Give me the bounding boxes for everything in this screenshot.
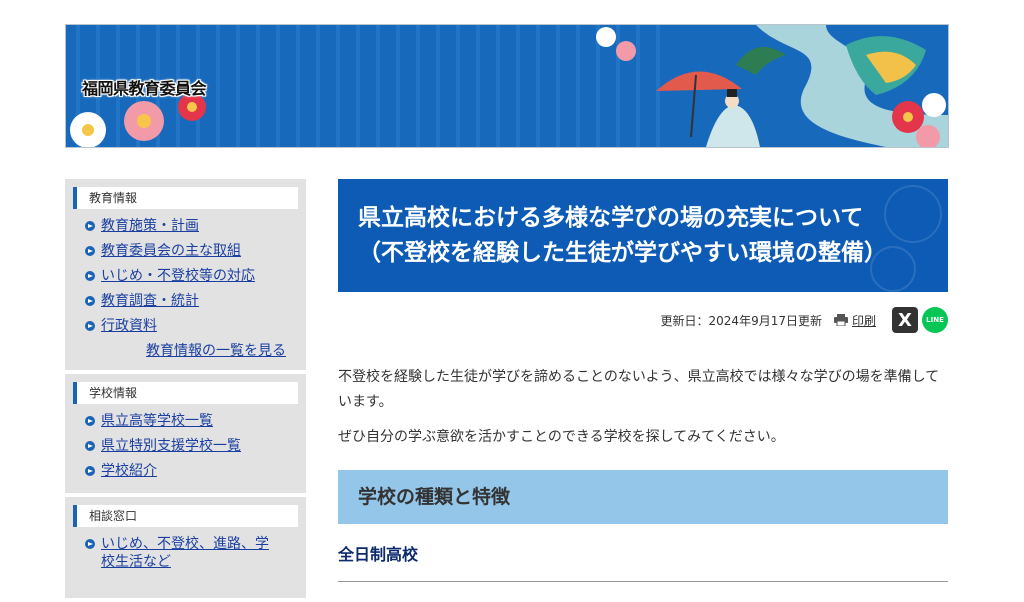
sidebar-link[interactable]: 行政資料 (101, 318, 157, 334)
sidebar-heading: 教育情報 (73, 187, 298, 209)
paragraph: ぜひ自分の学ぶ意欲を活かすことのできる学校を探してみてください。 (338, 429, 785, 445)
printer-icon (833, 314, 848, 326)
main-content: 県立高校における多様な学びの場の充実について （不登校を経験した生徒が学びやすい… (338, 179, 948, 582)
page-meta: 更新日：2024年9月17日更新 印刷 X LINE (661, 307, 948, 333)
print-label[interactable]: 印刷 (852, 312, 876, 329)
sidebar-link[interactable]: 学校紹介 (101, 463, 157, 479)
sidebar-section-consultation: 相談窓口 いじめ、不登校、進路、学校生活など (65, 497, 306, 598)
sidebar-section-schools: 学校情報 県立高等学校一覧 県立特別支援学校一覧 学校紹介 (65, 374, 306, 493)
sidebar-item[interactable]: 県立高等学校一覧 (85, 412, 298, 430)
print-link[interactable]: 印刷 (833, 312, 876, 329)
page-title-line2: （不登校を経験した生徒が学びやすい環境の整備） (358, 240, 887, 266)
line-share-icon[interactable]: LINE (922, 307, 948, 333)
site-title[interactable]: 福岡県教育委員会 (82, 75, 207, 99)
page-title-line1: 県立高校における多様な学びの場の充実について (358, 205, 864, 231)
sidebar-link[interactable]: 教育委員会の主な取組 (101, 243, 241, 259)
arrow-circle-icon (85, 441, 95, 451)
arrow-circle-icon (85, 271, 95, 281)
intro-text: 不登校を経験した生徒が学びを諦めることのないよう、県立高校では様々な学びの場を準… (338, 365, 948, 460)
arrow-circle-icon (85, 321, 95, 331)
sidebar-item[interactable]: いじめ、不登校、進路、学校生活など (85, 535, 281, 571)
sidebar-link[interactable]: 県立高等学校一覧 (101, 413, 213, 429)
sidebar-item[interactable]: 学校紹介 (85, 462, 298, 480)
arrow-circle-icon (85, 466, 95, 476)
arrow-circle-icon (85, 246, 95, 256)
arrow-circle-icon (85, 296, 95, 306)
sidebar-item[interactable]: 教育調査・統計 (85, 292, 298, 310)
sidebar: 教育情報 教育施策・計画 教育委員会の主な取組 いじめ・不登校等の対応 教育調査… (65, 179, 306, 602)
sidebar-heading: 相談窓口 (73, 505, 298, 527)
updated-date: 更新日：2024年9月17日更新 (660, 313, 822, 328)
sidebar-link[interactable]: いじめ・不登校等の対応 (101, 268, 255, 284)
sidebar-link[interactable]: いじめ、不登校、進路、学校生活など (101, 536, 269, 570)
subheading: 全日制高校 (338, 541, 948, 582)
arrow-circle-icon (85, 539, 95, 549)
page-title-box: 県立高校における多様な学びの場の充実について （不登校を経験した生徒が学びやすい… (338, 179, 948, 292)
sidebar-link[interactable]: 県立特別支援学校一覧 (101, 438, 241, 454)
sidebar-heading: 学校情報 (73, 382, 298, 404)
sidebar-item[interactable]: 教育施策・計画 (85, 217, 298, 235)
arrow-circle-icon (85, 416, 95, 426)
arrow-circle-icon (85, 221, 95, 231)
sidebar-section-education: 教育情報 教育施策・計画 教育委員会の主な取組 いじめ・不登校等の対応 教育調査… (65, 179, 306, 370)
sidebar-link[interactable]: 教育調査・統計 (101, 293, 199, 309)
section-heading: 学校の種類と特徴 (338, 470, 948, 524)
site-banner[interactable]: 福岡県教育委員会 (65, 24, 949, 148)
sidebar-item[interactable]: いじめ・不登校等の対応 (85, 267, 298, 285)
sidebar-item[interactable]: 行政資料 (85, 317, 298, 335)
sidebar-link[interactable]: 教育施策・計画 (101, 218, 199, 234)
sidebar-more-link[interactable]: 教育情報の一覧を見る (146, 343, 286, 359)
sidebar-item[interactable]: 教育委員会の主な取組 (85, 242, 298, 260)
sidebar-item[interactable]: 県立特別支援学校一覧 (85, 437, 298, 455)
page-title: 県立高校における多様な学びの場の充実について （不登校を経験した生徒が学びやすい… (358, 201, 887, 271)
x-share-icon[interactable]: X (892, 307, 918, 333)
paragraph: 不登校を経験した生徒が学びを諦めることのないよう、県立高校では様々な学びの場を準… (338, 369, 940, 410)
